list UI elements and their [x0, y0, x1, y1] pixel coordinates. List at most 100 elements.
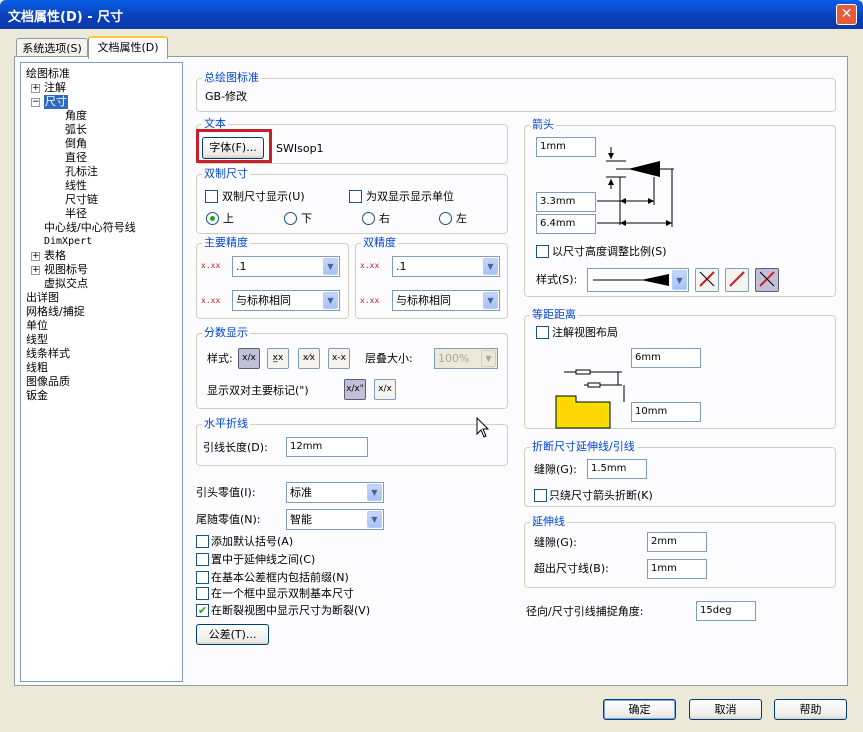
expand-icon[interactable]: +: [31, 252, 40, 261]
font-button[interactable]: 字体(F)...: [202, 137, 264, 159]
arrow-only-checkbox[interactable]: [534, 489, 547, 502]
scale-checkbox[interactable]: [536, 245, 549, 258]
primary-precision-label: 主要精度: [202, 236, 250, 249]
fraction-diagonal-stacked-icon[interactable]: x/x: [238, 348, 260, 369]
title-bar: [0, 0, 863, 29]
tree-item-drafting-standard[interactable]: 绘图标准: [26, 67, 70, 81]
arrow-height-input[interactable]: 1mm: [536, 137, 596, 157]
arrow-width-input[interactable]: 3.3mm: [536, 192, 596, 212]
tree-item-tables[interactable]: 表格: [44, 249, 66, 263]
tree-item-angle[interactable]: 角度: [65, 109, 87, 123]
select-value: 与标称相同: [396, 294, 451, 307]
offset-base-input[interactable]: 6mm: [631, 348, 701, 368]
arrow-style-icon: [593, 274, 669, 286]
tree-item-grid-snap[interactable]: 网格线/捕捉: [26, 305, 85, 319]
option-label: 在断裂视图中显示尺寸为断裂(V): [211, 604, 371, 617]
stack-size-label: 层叠大小:: [365, 352, 413, 365]
radio-bottom[interactable]: [284, 212, 297, 225]
collapse-icon[interactable]: −: [31, 98, 40, 107]
radio-top[interactable]: [206, 212, 219, 225]
tree-item-annotations[interactable]: 注解: [44, 81, 66, 95]
option-checkbox[interactable]: [196, 535, 209, 548]
arrow-style-label: 样式(S):: [536, 273, 578, 286]
break-layout-checkbox[interactable]: [536, 326, 549, 339]
arrow-outside-icon[interactable]: [695, 268, 719, 292]
lead-length-input[interactable]: 12mm: [286, 437, 368, 457]
trailing-zeros-select[interactable]: 智能 ▼: [286, 509, 384, 530]
snap-angle-input[interactable]: 15deg: [696, 601, 756, 621]
arrow-inside-icon[interactable]: [725, 268, 749, 292]
offset-spacing-input[interactable]: 10mm: [631, 402, 701, 422]
radio-right-label: 右: [379, 212, 390, 225]
beyond-input[interactable]: 1mm: [647, 559, 707, 579]
tree-item-line-thickness[interactable]: 线粗: [26, 361, 48, 375]
tree-item-radius[interactable]: 半径: [65, 207, 87, 221]
primary-precision-select[interactable]: .1 ▼: [232, 256, 340, 277]
tree-item-line-font[interactable]: 线型: [26, 333, 48, 347]
select-value: .1: [236, 260, 247, 273]
arrow-length-input[interactable]: 6.4mm: [536, 214, 596, 234]
fraction-style-label: 样式:: [207, 352, 233, 365]
tree-item-dimxpert[interactable]: DimXpert: [44, 235, 92, 249]
help-button[interactable]: 帮助: [774, 699, 847, 720]
ok-button[interactable]: 确定: [603, 699, 676, 720]
arrow-style-select[interactable]: ▼: [587, 268, 689, 292]
tree-item-arc-length[interactable]: 弧长: [65, 123, 87, 137]
arrows-label: 箭头: [530, 118, 556, 131]
tree-item-diameter[interactable]: 直径: [65, 151, 87, 165]
select-value: 智能: [290, 513, 312, 526]
dual-units-checkbox[interactable]: [349, 190, 362, 203]
tree-item-linear[interactable]: 线性: [65, 179, 87, 193]
chevron-down-icon: ▼: [483, 292, 498, 309]
arrow-smart-icon[interactable]: [755, 268, 779, 292]
expand-icon[interactable]: +: [31, 266, 40, 275]
dual-mark-stacked-icon[interactable]: x/x": [344, 379, 366, 400]
close-button[interactable]: ✕: [836, 4, 857, 25]
stack-size-select[interactable]: 100% ▼: [434, 348, 498, 369]
dual-display-checkbox[interactable]: [205, 190, 218, 203]
tree-item-centerlines[interactable]: 中心线/中心符号线: [44, 221, 136, 235]
expand-icon[interactable]: +: [31, 84, 40, 93]
tolerance-button[interactable]: 公差(T)...: [196, 624, 269, 645]
primary-tolerance-precision-select[interactable]: 与标称相同 ▼: [232, 290, 340, 311]
extension-label: 延伸线: [530, 515, 567, 528]
cancel-button[interactable]: 取消: [689, 699, 762, 720]
tree-item-sheet-metal[interactable]: 钣金: [26, 389, 48, 403]
leading-zeros-select[interactable]: 标准 ▼: [286, 482, 384, 503]
scale-label: 以尺寸高度调整比例(S): [552, 245, 667, 258]
dual-label: 双制尺寸: [202, 167, 250, 180]
break-layout-label: 注解视图布局: [552, 326, 618, 339]
dual-tolerance-precision-select[interactable]: 与标称相同 ▼: [392, 290, 500, 311]
option-checkbox[interactable]: [196, 587, 209, 600]
tree-item-ordinate[interactable]: 尺寸链: [65, 193, 98, 207]
tree-item-view-labels[interactable]: 视图标号: [44, 263, 88, 277]
tree-item-image-quality[interactable]: 图像品质: [26, 375, 70, 389]
option-checkbox-checked[interactable]: ✔: [196, 604, 209, 617]
radio-right[interactable]: [362, 212, 375, 225]
trailing-zeros-label: 尾随零值(N):: [196, 513, 261, 526]
chevron-down-icon: ▼: [483, 258, 498, 275]
tree-item-units[interactable]: 单位: [26, 319, 48, 333]
tree-item-virtual-sharps[interactable]: 虚拟交点: [44, 277, 88, 291]
tree-item-line-style[interactable]: 线条样式: [26, 347, 70, 361]
tree-item-dimensions[interactable]: 尺寸: [44, 95, 68, 109]
chevron-down-icon: ▼: [323, 258, 338, 275]
dual-precision-select[interactable]: .1 ▼: [392, 256, 500, 277]
dual-mark-linear-icon[interactable]: x/x: [374, 379, 396, 400]
radio-left[interactable]: [439, 212, 452, 225]
break-gap-input[interactable]: 1.5mm: [587, 459, 647, 479]
fraction-linear-icon[interactable]: x-x: [328, 348, 350, 369]
fraction-horizontal-stacked-icon[interactable]: x̲x: [267, 348, 289, 369]
tab-document-properties[interactable]: 文档属性(D): [88, 36, 168, 59]
tree-item-chamfer[interactable]: 倒角: [65, 137, 87, 151]
option-checkbox[interactable]: [196, 553, 209, 566]
extension-gap-input[interactable]: 2mm: [647, 532, 707, 552]
select-value: .1: [396, 260, 407, 273]
tree-item-detailing[interactable]: 出详图: [26, 291, 59, 305]
property-tree[interactable]: 绘图标准 + 注解 − 尺寸 角度 弧长 倒角 直径 孔标注 线性 尺寸链 半径…: [20, 62, 183, 682]
tolerance-precision-icon: x.xx: [201, 296, 221, 305]
option-checkbox[interactable]: [196, 571, 209, 584]
radio-left-label: 左: [456, 212, 467, 225]
tree-item-hole-callout[interactable]: 孔标注: [65, 165, 98, 179]
fraction-diagonal-icon[interactable]: x⁄x: [298, 348, 320, 369]
